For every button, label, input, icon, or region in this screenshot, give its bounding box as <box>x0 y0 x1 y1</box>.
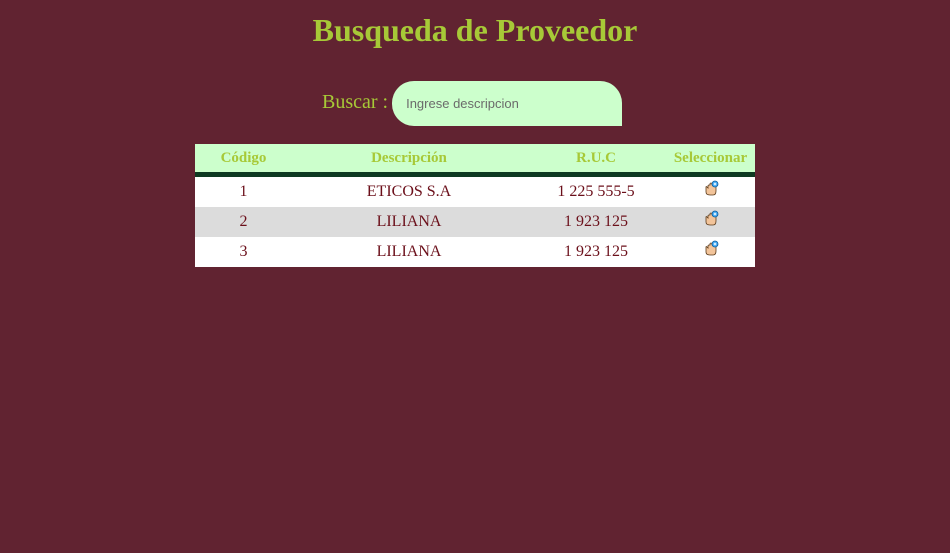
search-label: Buscar : <box>322 91 389 113</box>
table-header-row: Código Descripción R.U.C Seleccionar <box>195 144 755 177</box>
cell-ruc: 1 225 555-5 <box>526 174 666 207</box>
cell-select <box>666 207 755 237</box>
column-header-description: Descripción <box>292 144 526 177</box>
provider-table: Código Descripción R.U.C Seleccionar 1 E… <box>195 144 755 267</box>
hand-pointer-select-icon[interactable] <box>703 210 719 226</box>
cell-code: 3 <box>195 237 292 267</box>
cell-select <box>666 174 755 207</box>
cell-ruc: 1 923 125 <box>526 207 666 237</box>
hand-pointer-select-icon[interactable] <box>703 180 719 196</box>
search-input[interactable] <box>392 81 623 126</box>
search-row: Buscar : <box>322 81 623 126</box>
table-row: 1 ETICOS S.A 1 225 555-5 <box>195 174 755 207</box>
table-row: 3 LILIANA 1 923 125 <box>195 237 755 267</box>
cell-description: LILIANA <box>292 237 526 267</box>
cell-code: 2 <box>195 207 292 237</box>
table-row: 2 LILIANA 1 923 125 <box>195 207 755 237</box>
page-title: Busqueda de Proveedor <box>312 12 638 48</box>
column-header-ruc: R.U.C <box>526 144 666 177</box>
page: Busqueda de Proveedor Buscar : Código De… <box>0 0 950 553</box>
cell-description: LILIANA <box>292 207 526 237</box>
cell-select <box>666 237 755 267</box>
column-header-code: Código <box>195 144 292 177</box>
hand-pointer-select-icon[interactable] <box>703 240 719 256</box>
cell-description: ETICOS S.A <box>292 174 526 207</box>
column-header-select: Seleccionar <box>666 144 755 177</box>
cell-ruc: 1 923 125 <box>526 237 666 267</box>
cell-code: 1 <box>195 174 292 207</box>
